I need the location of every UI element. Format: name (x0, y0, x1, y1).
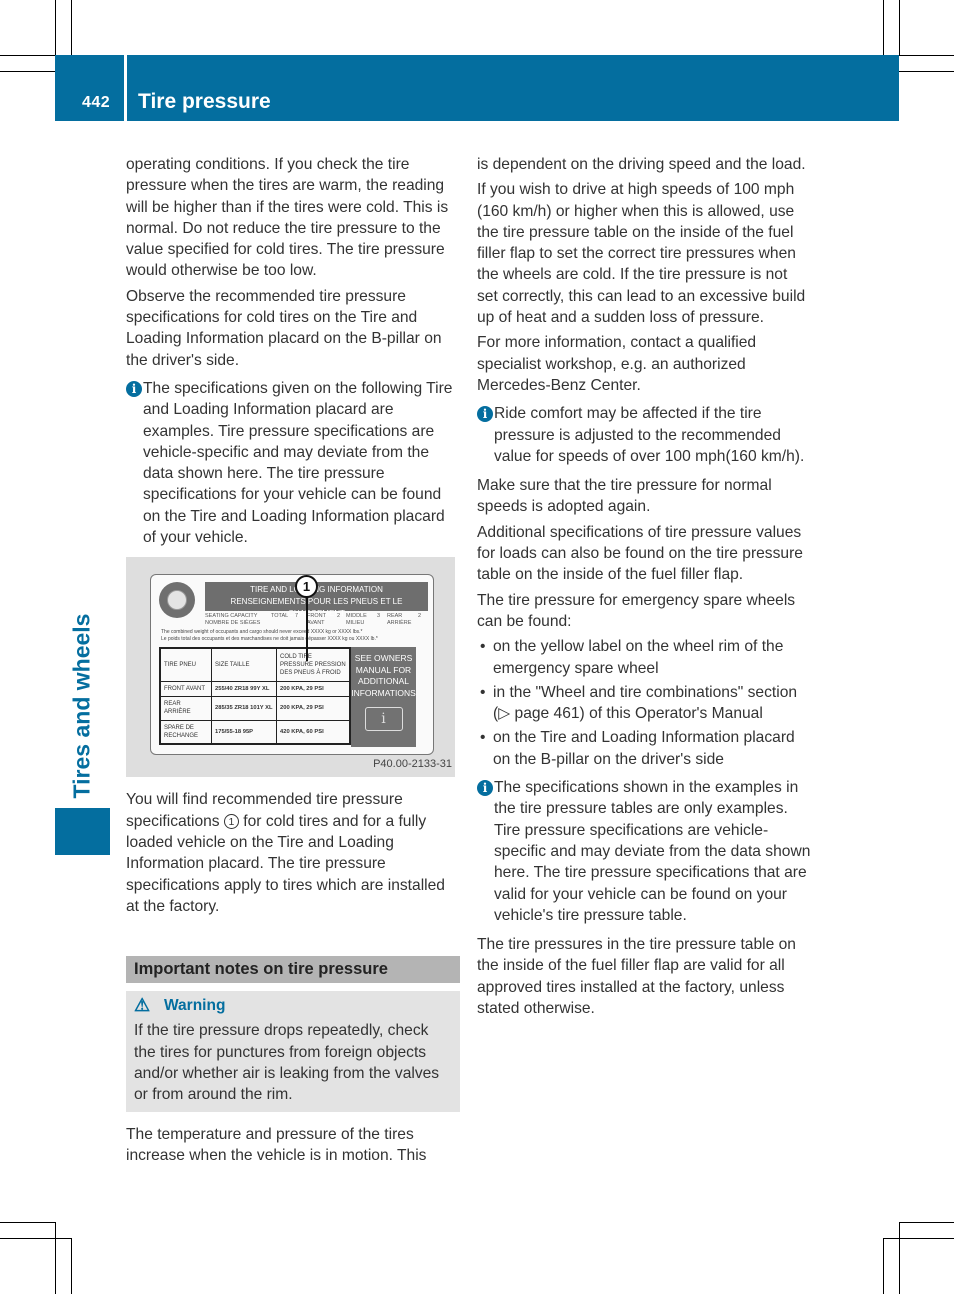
crop-mark (0, 1238, 71, 1239)
left-column: operating conditions. If you check the t… (126, 154, 460, 1170)
size-cell: 285/35 ZR18 101Y XL (211, 695, 277, 721)
crop-mark (71, 0, 72, 55)
list-item: on the Tire and Loading Information plac… (477, 727, 811, 770)
chapter-title: Tires and wheels (68, 613, 95, 799)
front-label: FRONT AVANT (307, 613, 326, 627)
tire-cell: REAR ARRIÈRE (159, 695, 212, 721)
bullet-list: on the yellow label on the wheel rim of … (477, 636, 811, 770)
size-cell: 255/40 ZR18 99Y XL (211, 681, 277, 697)
page-number: 442 (82, 94, 111, 111)
table-row: SPARE DE RECHANGE 175/55-18 95P 420 KPA,… (159, 719, 351, 745)
pressure-cell: 420 KPA, 60 PSI (276, 719, 351, 745)
see-manual-text: SEE OWNERS MANUAL FOR ADDITIONAL INFORMA… (351, 653, 416, 698)
wheel-icon (159, 582, 195, 619)
table-header: SIZE TAILLE (211, 647, 277, 683)
total-value: 7 (295, 613, 299, 620)
tire-pressure-table: TIRE PNEU SIZE TAILLE COLD TIRE PRESSURE… (159, 647, 351, 746)
table-row: FRONT AVANT 255/40 ZR18 99Y XL 200 KPA, … (159, 681, 351, 697)
warning-box: ⚠ Warning If the tire pressure drops repe… (126, 991, 460, 1112)
crop-mark (883, 0, 884, 55)
info-note-text: The specifications shown in the examples… (494, 779, 811, 924)
manual-book-icon: i (364, 707, 403, 732)
right-column: is dependent on the driving speed and th… (477, 154, 811, 1023)
warning-header: ⚠ Warning (134, 995, 453, 1016)
table-header-row: TIRE PNEU SIZE TAILLE COLD TIRE PRESSURE… (159, 647, 351, 683)
crop-mark (899, 1222, 954, 1223)
table-row: REAR ARRIÈRE 285/35 ZR18 101Y XL 200 KPA… (159, 695, 351, 721)
placard-weight-note: The combined weight of occupants and car… (161, 629, 431, 643)
info-note: i Ride comfort may be affected if the ti… (477, 403, 811, 467)
crop-mark (899, 55, 954, 56)
paragraph: The temperature and pressure of the tire… (126, 1125, 427, 1164)
callout-reference: 1 (223, 813, 239, 829)
tire-loading-placard: TIRE AND LOADING INFORMATION RENSEIGNEME… (150, 574, 434, 756)
table-header: TIRE PNEU (159, 647, 212, 683)
header-separator (124, 55, 127, 121)
total-label: TOTAL (271, 613, 289, 620)
placard-figure: TIRE AND LOADING INFORMATION RENSEIGNEME… (126, 557, 455, 778)
size-cell: 175/55-18 95P (211, 719, 277, 745)
tire-cell: FRONT AVANT (159, 681, 212, 697)
crop-mark (899, 71, 954, 72)
warning-triangle-icon: ⚠ (134, 995, 151, 1016)
middle-label: MIDDLE MILIEU (346, 613, 367, 627)
tire-cell: SPARE DE RECHANGE (159, 719, 212, 745)
crop-mark (883, 1238, 884, 1294)
rear-value: 2 (418, 613, 422, 620)
crop-mark (899, 1222, 900, 1294)
crop-mark (0, 1222, 55, 1223)
info-note: i The specifications given on the follow… (126, 378, 460, 548)
info-icon: i (126, 380, 142, 397)
figure-code: P40.00-2133-31 (373, 758, 452, 771)
warning-title: Warning (164, 997, 226, 1015)
crop-mark (0, 71, 55, 72)
rear-label: REAR ARRIÈRE (387, 613, 412, 627)
warning-text: If the tire pressure drops repeatedly, c… (134, 1022, 440, 1104)
list-item-page-link[interactable]: in the "Wheel and tire combinations" sec… (477, 682, 811, 725)
crop-mark (55, 0, 56, 55)
list-item: on the yellow label on the wheel rim of … (477, 636, 811, 679)
section-title: Tire pressure (138, 90, 271, 113)
paragraph: operating conditions. If you check the t… (126, 156, 449, 280)
front-value: 2 (337, 613, 341, 620)
crop-mark (71, 1238, 72, 1294)
pressure-cell: 200 KPA, 29 PSI (276, 695, 351, 721)
paragraph: The tire pressure for emergency spare wh… (477, 591, 796, 630)
info-note-text: Ride comfort may be affected if the tire… (494, 405, 805, 465)
paragraph: Additional specifications of tire pressu… (477, 523, 803, 584)
chapter-tab (55, 808, 110, 855)
paragraph: Observe the recommended tire pressure sp… (126, 287, 442, 369)
info-icon: i (477, 780, 493, 797)
callout-leader-line (306, 597, 308, 662)
see-manual-panel: SEE OWNERS MANUAL FOR ADDITIONAL INFORMA… (351, 647, 416, 748)
table-header: COLD TIRE PRESSURE PRESSION DES PNEUS À … (276, 647, 351, 683)
paragraph: Make sure that the tire pressure for nor… (477, 477, 772, 516)
info-icon: i (477, 406, 493, 423)
middle-value: 3 (377, 613, 381, 620)
seating-label: SEATING CAPACITY NOMBRE DE SIÈGES (205, 613, 261, 627)
crop-mark (883, 1238, 954, 1239)
seating-capacity-row: SEATING CAPACITY NOMBRE DE SIÈGES TOTAL … (205, 612, 430, 628)
crop-mark (0, 55, 55, 56)
note-fr: Le poids total des occupants et des marc… (161, 636, 378, 643)
paragraph: For more information, contact a qualifie… (477, 334, 757, 394)
subsection-heading: Important notes on tire pressure (126, 956, 460, 984)
pressure-cell: 200 KPA, 29 PSI (276, 681, 351, 697)
crop-mark (55, 1222, 56, 1294)
paragraph: The tire pressures in the tire pressure … (477, 936, 796, 1017)
note-en: The combined weight of occupants and car… (161, 629, 363, 636)
paragraph: If you wish to drive at high speeds of 1… (477, 181, 806, 327)
crop-mark (899, 0, 900, 55)
paragraph: You will find recommended tire pressure … (126, 789, 460, 917)
paragraph: is dependent on the driving speed and th… (477, 156, 806, 173)
info-note: i The specifications shown in the exampl… (477, 777, 811, 926)
info-note-text: The specifications given on the followin… (143, 379, 453, 547)
